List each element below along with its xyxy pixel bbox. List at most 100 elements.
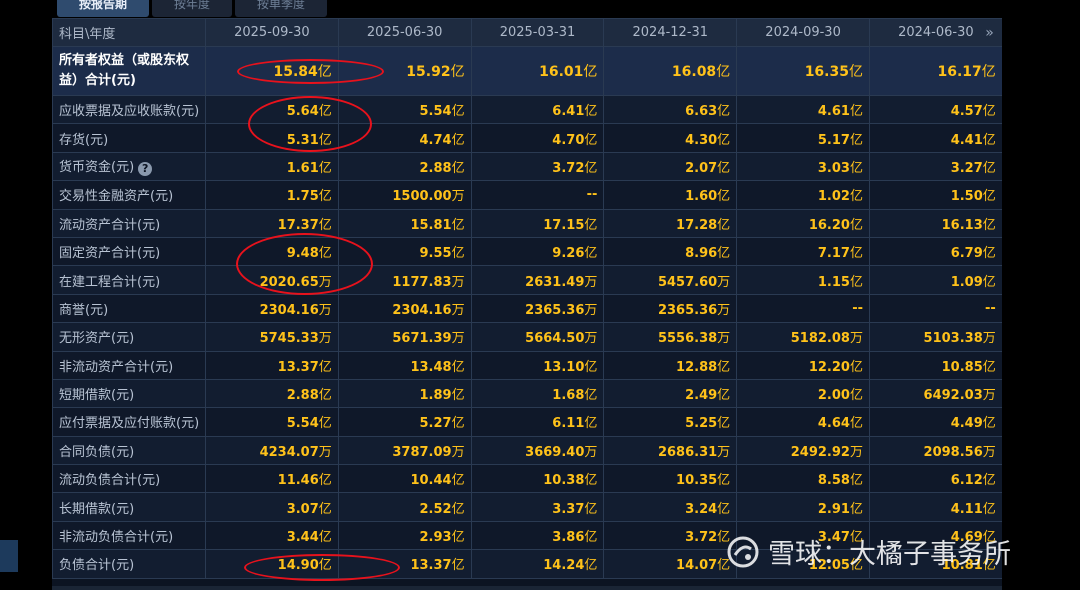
table-row: 合同负债(元) 4234.07万 3787.09万 3669.40万 2686.31万 2… xyxy=(52,435,1002,466)
value-cell: 5103.38万 xyxy=(868,322,1002,352)
header-period[interactable]: 2025-09-30 xyxy=(205,18,339,47)
value-number: 15.81 xyxy=(410,217,452,233)
row-label-text: 在建工程合计(元) xyxy=(59,274,161,290)
value-unit: 亿 xyxy=(583,64,598,80)
value-cell: 2.88亿 xyxy=(337,151,472,182)
table-row: 短期借款(元) 2.88亿 1.89亿 1.68亿 2.49亿 2.00亿 6492.03万 xyxy=(52,378,1002,409)
value-unit: 亿 xyxy=(451,501,465,517)
value-unit: 亿 xyxy=(318,132,332,148)
row-label: 商誉(元) xyxy=(52,293,206,324)
value-unit: 亿 xyxy=(717,416,731,432)
value-cell: 10.44亿 xyxy=(337,464,472,494)
row-label-text: 负债合计(元) xyxy=(59,558,135,574)
value-number: 3.03 xyxy=(817,160,850,176)
value-unit: 亿 xyxy=(584,160,598,176)
tab-by-report-period[interactable]: 按报告期 xyxy=(57,0,150,17)
double-chevron-right-icon[interactable]: » xyxy=(985,25,994,41)
value-unit: 亿 xyxy=(717,189,731,205)
value-number: 8.58 xyxy=(817,473,850,489)
value-cell: 1.50亿 xyxy=(868,180,1002,210)
value-cell: 2686.31万 xyxy=(603,435,738,466)
value-unit: 亿 xyxy=(982,217,996,233)
table-row: 无形资产(元) 5745.33万 5671.39万 5664.50万 5556.38万 5… xyxy=(52,322,1002,352)
row-label: 无形资产(元) xyxy=(52,322,206,352)
value-number: 3.86 xyxy=(552,530,585,546)
value-unit: 亿 xyxy=(849,246,863,262)
row-label: 应付票据及应付账款(元) xyxy=(52,407,206,437)
value-number: -- xyxy=(984,300,996,316)
value-number: 2686.31 xyxy=(657,444,718,460)
value-unit: 亿 xyxy=(584,388,598,404)
horizontal-scrollbar[interactable] xyxy=(52,586,1002,590)
value-cell: 5182.08万 xyxy=(736,322,870,352)
value-number: 2304.16 xyxy=(259,302,319,318)
table-row: 应付票据及应付账款(元) 5.54亿 5.27亿 6.11亿 5.25亿 4.64亿 4.4… xyxy=(52,407,1002,437)
value-cell: 3.44亿 xyxy=(205,520,339,551)
tab-by-quarter[interactable]: 按单季度 xyxy=(235,0,328,17)
value-unit: 亿 xyxy=(318,473,332,489)
value-number: 2.07 xyxy=(685,160,718,176)
value-cell: 12.20亿 xyxy=(736,350,870,380)
value-cell: 6.12亿 xyxy=(868,464,1002,494)
value-cell: 15.81亿 xyxy=(337,208,472,238)
header-period[interactable]: 2024-12-31 xyxy=(603,18,738,47)
value-cell: 3.24亿 xyxy=(603,492,738,522)
row-label: 负债合计(元) xyxy=(52,549,206,579)
tab-by-year[interactable]: 按年度 xyxy=(152,0,233,17)
value-cell: -- xyxy=(736,293,870,324)
value-number: 6.63 xyxy=(685,104,718,120)
value-number: 1.75 xyxy=(286,189,319,205)
value-cell: 1.09亿 xyxy=(868,265,1002,295)
value-unit: 亿 xyxy=(849,217,863,233)
value-number: 6.41 xyxy=(552,104,585,120)
value-unit: 亿 xyxy=(451,473,465,489)
value-cell: 17.28亿 xyxy=(603,208,738,238)
header-period[interactable]: 2025-06-30 xyxy=(337,18,472,47)
value-cell: 6492.03万 xyxy=(868,378,1002,409)
header-period-last[interactable]: 2024-06-30 » xyxy=(868,18,1002,47)
value-unit: 万 xyxy=(717,274,731,290)
header-period[interactable]: 2024-09-30 xyxy=(736,18,870,47)
value-number: 5556.38 xyxy=(657,331,718,347)
value-unit: 亿 xyxy=(318,160,332,176)
value-cell: 5745.33万 xyxy=(205,322,339,352)
value-number: 9.48 xyxy=(286,246,319,262)
value-cell: 16.01亿 xyxy=(470,46,605,96)
value-cell: 4.30亿 xyxy=(603,123,738,153)
value-number: 12.20 xyxy=(808,359,850,375)
value-cell: 5556.38万 xyxy=(603,322,738,352)
value-cell: 3.72亿 xyxy=(603,520,738,551)
value-number: 11.46 xyxy=(277,473,319,489)
value-unit: 万 xyxy=(318,302,332,318)
value-number: 1177.83 xyxy=(392,274,452,290)
value-number: 13.37 xyxy=(410,558,452,574)
value-cell: 1.60亿 xyxy=(603,180,738,210)
row-label: 非流动资产合计(元) xyxy=(52,350,206,380)
value-cell: 4.61亿 xyxy=(736,94,870,125)
row-label-text: 流动资产合计(元) xyxy=(59,217,161,233)
header-period[interactable]: 2025-03-31 xyxy=(470,18,605,47)
value-number: 1.09 xyxy=(950,274,983,290)
value-number: 2365.36 xyxy=(525,302,585,318)
value-unit: 亿 xyxy=(982,104,996,120)
value-number: 3787.09 xyxy=(392,444,452,460)
value-cell: 2365.36万 xyxy=(470,293,605,324)
value-unit: 万 xyxy=(982,444,996,460)
value-number: 3.24 xyxy=(685,501,718,517)
value-cell: 3.37亿 xyxy=(470,492,605,522)
table-row: 商誉(元) 2304.16万 2304.16万 2365.36万 2365.36万 -- -… xyxy=(52,293,1002,324)
value-unit: 万 xyxy=(584,444,598,460)
value-unit: 亿 xyxy=(318,359,332,375)
value-number: 4.49 xyxy=(950,416,983,432)
help-icon[interactable]: ? xyxy=(138,162,153,177)
value-unit: 亿 xyxy=(849,473,863,489)
value-number: 2.88 xyxy=(419,160,452,176)
value-cell: 9.55亿 xyxy=(337,236,472,267)
value-unit: 万 xyxy=(318,331,332,347)
value-unit: 万 xyxy=(451,302,465,318)
value-unit: 亿 xyxy=(982,160,996,176)
value-unit: 亿 xyxy=(849,132,863,148)
xueqiu-logo-icon xyxy=(726,535,760,569)
row-label-text: 合同负债(元) xyxy=(59,444,135,460)
value-number: 6492.03 xyxy=(923,388,983,404)
